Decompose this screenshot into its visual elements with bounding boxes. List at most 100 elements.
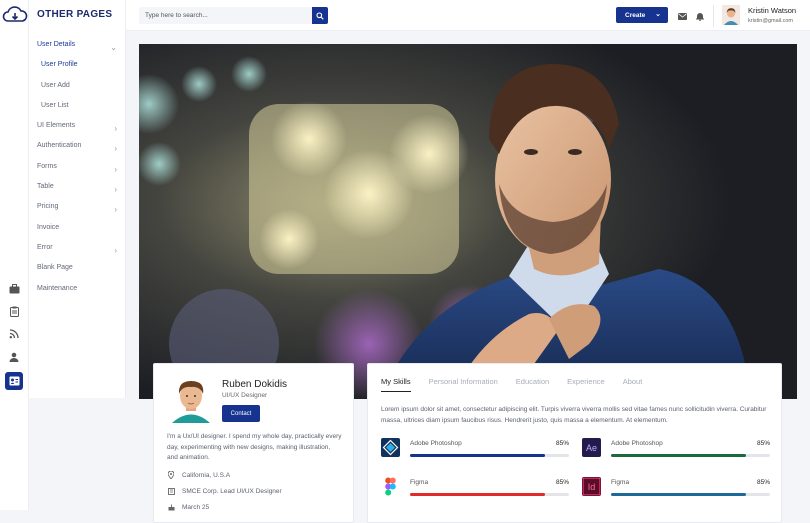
map-pin-icon [167,471,175,479]
chevron-right-icon: › [114,164,117,174]
skill-progress-fill [611,493,747,496]
skill-progress-fill [410,454,546,457]
skill-name: Adobe Photoshop [410,440,462,447]
header-user-email: kristin@gmail.com [748,18,794,24]
skill-name: Figma [410,479,429,486]
search-input[interactable] [139,7,313,24]
profile-location-text: California, U.S.A [182,471,231,479]
sidebar-item-label: User Profile [41,61,78,69]
create-button[interactable]: Create ⌄ [616,7,668,23]
profile-tabs: My Skills Personal Information Education… [381,377,660,392]
sidebar-item-label: User List [41,101,69,109]
skill-percent: 85% [555,440,569,447]
cloud-download-logo-icon[interactable] [2,5,28,25]
profile-bio: I'm a Ux/UI designer. I spend my whole d… [167,433,342,461]
sidebar-item-pricing[interactable]: Pricing › [29,200,126,220]
tab-education[interactable]: Education [516,377,549,392]
rss-icon[interactable] [7,327,21,341]
skill-item: Ae Adobe Photoshop 85% [582,438,770,466]
skill-percent: 85% [756,440,770,447]
sidebar-menu: User Details ⌄ User Profile User Add User… [29,38,126,302]
sidebar-item-blank-page[interactable]: Blank Page [29,261,126,281]
skill-name: Adobe Photoshop [611,440,663,447]
skill-progress-track [410,493,569,496]
tab-my-skills[interactable]: My Skills [381,377,411,392]
search-button[interactable] [312,7,328,24]
sidebar-item-label: Table [37,183,54,191]
sidebar-item-label: Pricing [37,203,59,211]
chevron-right-icon: › [114,144,117,154]
sidebar-item-table[interactable]: Table › [29,180,126,200]
tab-experience[interactable]: Experience [567,377,605,392]
sidebar-item-invoice[interactable]: Invoice [29,221,126,241]
skill-progress-track [611,454,770,457]
figma-icon [385,477,396,496]
sidebar-item-ui-elements[interactable]: UI Elements › [29,119,126,139]
building-icon [167,487,175,495]
profile-company: SMCE Corp. Lead UI/UX Designer [167,487,282,495]
sidebar-item-user-profile[interactable]: User Profile [29,58,126,78]
chevron-down-icon: ⌄ [110,43,117,52]
sidebar-item-user-add[interactable]: User Add [29,79,126,99]
skill-name: Figma [611,479,630,486]
profile-birthday-text: March 25 [182,503,210,511]
clipboard-icon[interactable] [7,304,21,318]
skill-percent: 85% [756,479,770,486]
profile-company-text: SMCE Corp. Lead UI/UX Designer [182,487,282,495]
sidebar-item-label: Blank Page [37,264,73,272]
skills-card: My Skills Personal Information Education… [367,363,782,523]
profile-role: UI/UX Designer [222,392,268,399]
sidebar-item-forms[interactable]: Forms › [29,160,126,180]
sidebar-item-label: User Add [41,81,70,89]
sidebar-item-error[interactable]: Error › [29,241,126,261]
skill-progress-fill [611,454,747,457]
chevron-down-icon: ⌄ [655,11,661,18]
skills-intro: Lorem ipsum dolor sit amet, consectetur … [381,406,767,424]
sidebar-item-label: UI Elements [37,122,76,130]
chevron-right-icon: › [114,245,117,255]
sidebar-item-authentication[interactable]: Authentication › [29,139,126,159]
svg-text:Id: Id [588,482,596,492]
search-icon [316,11,324,20]
sidebar-item-label: Forms [37,162,57,170]
photoshop-diamond-icon [381,438,400,457]
skill-item: Id Figma 85% [582,477,770,505]
id-card-icon[interactable] [5,372,23,390]
profile-name: Ruben Dokidis [222,379,288,390]
sidebar-item-user-list[interactable]: User List [29,99,126,119]
skill-progress-track [410,454,569,457]
mail-icon[interactable] [677,11,687,21]
skill-progress-fill [410,493,546,496]
icon-rail [0,0,29,510]
sidebar-item-label: Invoice [37,223,60,231]
sidebar-item-label: Maintenance [37,284,78,292]
profile-cover-photo [139,44,797,399]
user-icon[interactable] [7,350,21,364]
skill-progress-track [611,493,770,496]
sidebar-item-label: User Details [37,41,76,48]
skill-percent: 85% [555,479,569,486]
tab-personal-information[interactable]: Personal Information [429,377,498,392]
after-effects-icon: Ae [582,438,601,457]
brand-title: OTHER PAGES [37,9,113,20]
tab-about[interactable]: About [623,377,643,392]
chevron-right-icon: › [114,205,117,215]
bell-icon[interactable] [695,11,705,21]
profile-card: Ruben Dokidis UI/UX Designer Contact I'm… [153,363,354,523]
user-avatar[interactable] [722,5,740,25]
sidebar-item-label: Error [37,243,53,251]
header-user-name: Kristin Watson [748,6,797,15]
sidebar-item-label: Authentication [37,142,82,150]
indesign-icon: Id [582,477,601,496]
profile-avatar [172,381,210,423]
contact-button[interactable]: Contact [222,405,260,422]
skill-item: Figma 85% [381,477,569,505]
sidebar-item-user-details[interactable]: User Details ⌄ [29,38,126,58]
sidebar-item-maintenance[interactable]: Maintenance [29,282,126,302]
chevron-right-icon: › [114,185,117,195]
chevron-right-icon: › [114,124,117,134]
svg-text:Ae: Ae [586,443,597,453]
briefcase-icon[interactable] [7,282,21,296]
skill-item: Adobe Photoshop 85% [381,438,569,466]
create-button-label: Create [625,11,646,19]
